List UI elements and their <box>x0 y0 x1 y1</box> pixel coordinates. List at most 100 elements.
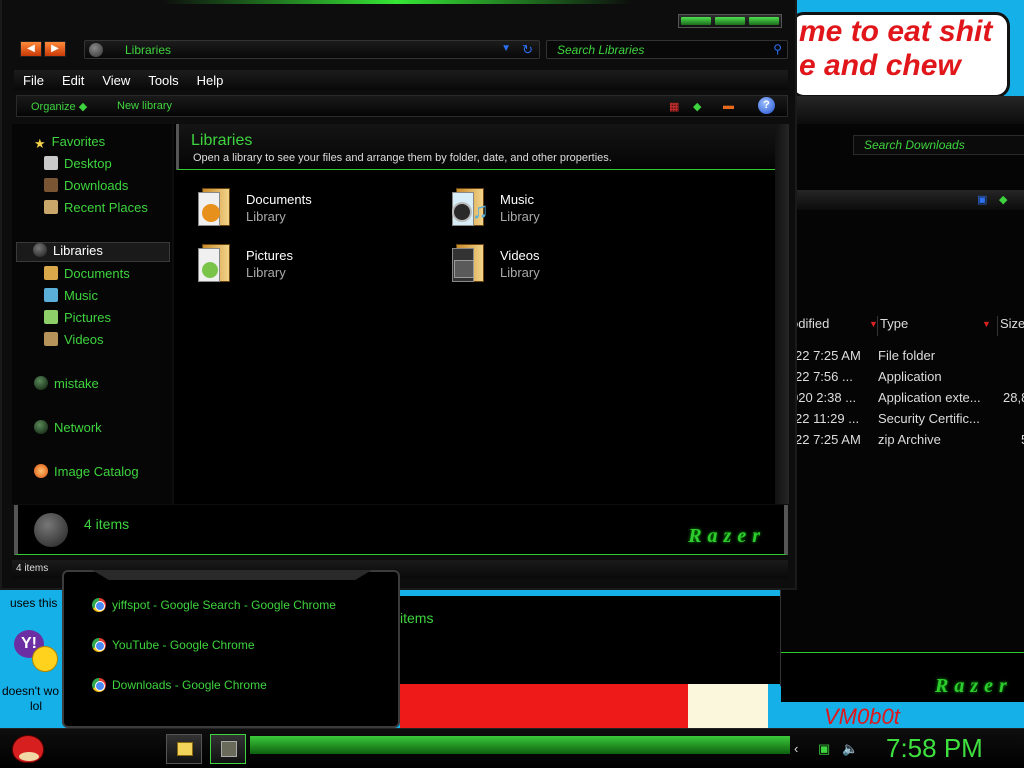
search-downloads-field[interactable]: Search Downloads <box>853 135 1024 155</box>
nav-favorites[interactable]: ★ Favorites <box>34 134 105 154</box>
recent-places-icon <box>44 200 58 214</box>
search-placeholder: Search Libraries <box>557 43 645 57</box>
table-row[interactable]: 22 7:25 AM File folder <box>781 348 1024 369</box>
table-row[interactable]: 020 2:38 ...Application exte...28,8 <box>781 390 1024 411</box>
chrome-icon <box>92 678 106 692</box>
refresh-icon[interactable]: ↻ <box>522 42 533 58</box>
address-bar[interactable]: Libraries ▼ ↻ <box>84 40 540 59</box>
menu-view[interactable]: View <box>93 70 139 90</box>
chrome-icon <box>92 598 106 612</box>
nav-documents[interactable]: Documents <box>44 266 130 286</box>
menu-tools[interactable]: Tools <box>139 70 187 90</box>
page-title: Libraries <box>191 132 253 149</box>
nav-downloads[interactable]: Downloads <box>44 178 128 198</box>
pictures-folder-icon <box>196 242 234 286</box>
table-row[interactable]: 22 7:56 ... Application <box>781 369 1024 390</box>
desktop-icon <box>44 156 58 170</box>
desktop-icon-label: lol <box>30 699 43 713</box>
library-music[interactable]: ♫ Music Library <box>450 186 670 234</box>
nav-recent-places[interactable]: Recent Places <box>44 200 148 220</box>
menu-file[interactable]: File <box>14 70 53 90</box>
view-icon[interactable]: ▣ <box>977 193 987 206</box>
desktop-wallpaper-red <box>400 684 688 728</box>
minimize-button[interactable] <box>681 17 711 25</box>
libraries-window[interactable]: ◀ ▶ Libraries ▼ ↻ Search Libraries ⚲ Fil… <box>0 0 797 590</box>
jumplist-item[interactable]: Downloads - Google Chrome <box>92 678 267 696</box>
view-options-icon[interactable]: ◆ <box>693 100 701 113</box>
column-modified[interactable]: odified ▼ <box>791 316 878 336</box>
downloads-window[interactable]: Search Downloads ▣ ◆ odified ▼ Type ▼ Size… <box>780 96 1024 702</box>
desktop-icon-label[interactable]: doesn't wo <box>2 684 59 698</box>
item-count: 4 items <box>84 516 130 532</box>
address-text: Libraries <box>125 43 172 57</box>
diamond-icon[interactable]: ◆ <box>999 193 1007 206</box>
help-icon[interactable]: ? <box>758 97 775 114</box>
chevron-down-icon[interactable]: ▼ <box>501 43 511 54</box>
chrome-icon <box>92 638 106 652</box>
libraries-orb-icon <box>34 513 68 547</box>
new-library-button[interactable]: New library <box>117 100 172 112</box>
forward-button[interactable]: ▶ <box>44 41 66 57</box>
downloads-icon <box>44 178 58 192</box>
music-folder-icon: ♫ <box>450 186 489 230</box>
yahoo-messenger-icon[interactable]: Y! <box>14 630 58 674</box>
change-view-icon[interactable]: ▦ <box>669 100 679 113</box>
column-type[interactable]: Type ▼ <box>877 316 991 336</box>
jumplist-item[interactable]: yiffspot - Google Search - Google Chrome <box>92 598 336 616</box>
library-documents[interactable]: Documents Library <box>196 186 416 234</box>
documents-folder-icon <box>196 186 234 230</box>
back-button[interactable]: ◀ <box>20 41 42 57</box>
library-videos[interactable]: Videos Library <box>450 242 670 290</box>
action-center-icon[interactable]: ▣ <box>818 741 830 757</box>
window-caption-buttons[interactable] <box>678 14 782 28</box>
maximize-button[interactable] <box>715 17 745 25</box>
meme-text-line2: e and chew <box>799 49 961 82</box>
column-size[interactable]: Size <box>997 316 1024 336</box>
menu-help[interactable]: Help <box>188 70 233 90</box>
nav-network[interactable]: Network <box>34 420 102 440</box>
documents-icon <box>44 266 58 280</box>
start-button[interactable] <box>10 731 46 765</box>
music-icon <box>44 288 58 302</box>
user-icon <box>34 376 48 390</box>
network-icon <box>34 420 48 434</box>
star-icon: ★ <box>34 136 46 151</box>
desktop-icon-label[interactable]: uses this <box>10 596 57 610</box>
nav-image-catalog[interactable]: Image Catalog <box>34 464 139 484</box>
jumplist-item[interactable]: YouTube - Google Chrome <box>92 638 255 656</box>
taskbar-app-button[interactable] <box>210 734 246 764</box>
page-subtitle: Open a library to see your files and arr… <box>193 152 612 164</box>
taskbar-explorer-button[interactable] <box>166 734 202 764</box>
preview-pane-icon[interactable]: ▬ <box>723 100 734 112</box>
folder-icon <box>177 742 193 756</box>
table-row[interactable]: 22 11:29 ... Security Certific... <box>781 411 1024 432</box>
volume-icon[interactable]: 🔈 <box>842 741 858 757</box>
downloads-item-count: items <box>400 610 434 626</box>
videos-folder-icon <box>450 242 488 286</box>
search-icon[interactable]: ⚲ <box>773 42 782 56</box>
nav-videos[interactable]: Videos <box>44 332 104 352</box>
libraries-orb-icon <box>89 43 103 57</box>
content-scrollbar[interactable] <box>775 124 789 504</box>
organize-button[interactable]: Organize ◆ <box>31 100 87 113</box>
nav-pictures[interactable]: Pictures <box>44 310 111 330</box>
nav-desktop[interactable]: Desktop <box>44 156 112 176</box>
nav-music[interactable]: Music <box>44 288 98 308</box>
table-row[interactable]: 22 7:25 AMzip Archive5 <box>781 432 1024 453</box>
library-pictures[interactable]: Pictures Library <box>196 242 416 290</box>
command-bar: Organize ◆ New library ▦ ◆ ▬ ? <box>16 95 788 117</box>
pictures-icon <box>44 310 58 324</box>
nav-homegroup-mistake[interactable]: mistake <box>34 376 99 396</box>
menu-edit[interactable]: Edit <box>53 70 93 90</box>
nav-libraries[interactable]: Libraries <box>16 242 170 262</box>
close-button[interactable] <box>749 17 779 25</box>
status-text: 4 items <box>16 563 49 574</box>
clock[interactable]: 7:58 PM <box>886 733 983 764</box>
wallpaper-signature: VM0b0t <box>824 704 900 729</box>
chrome-jump-list: yiffspot - Google Search - Google Chrome… <box>62 570 400 728</box>
navigation-pane: ★ Favorites Desktop Downloads Recent Plac… <box>12 124 172 504</box>
show-hidden-icons-icon[interactable]: ‹ <box>794 741 798 756</box>
meme-text-line1: me to eat shit <box>799 15 993 48</box>
search-libraries-field[interactable]: Search Libraries ⚲ <box>546 40 788 59</box>
libraries-icon <box>33 243 47 257</box>
